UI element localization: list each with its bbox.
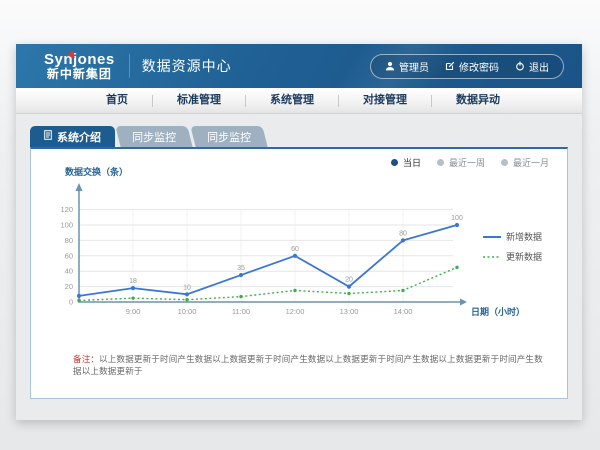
user-icon	[385, 61, 395, 71]
svg-text:20: 20	[65, 282, 73, 291]
note-text: 以上数据更新于时间产生数据以上数据更新于时间产生数据以上数据更新于时间产生数据以…	[73, 354, 543, 376]
current-user-label: 管理员	[399, 59, 429, 74]
logo-text-en: Synjones	[44, 52, 115, 68]
change-password-button[interactable]: 修改密码	[445, 59, 499, 74]
svg-text:20: 20	[345, 277, 353, 284]
app-window: Synjones 新中新集团 数据资源中心 管理员 修改密码	[16, 44, 582, 420]
nav-item-data-change[interactable]: 数据异动	[432, 88, 524, 113]
nav-item-interface-management[interactable]: 对接管理	[339, 88, 431, 113]
x-axis-title: 日期（小时）	[471, 306, 525, 317]
svg-text:40: 40	[65, 267, 73, 276]
main-nav: 首页 标准管理 系统管理 对接管理 数据异动	[16, 88, 582, 114]
logo-text-cn: 新中新集团	[44, 68, 115, 81]
svg-text:11:00: 11:00	[232, 307, 250, 316]
tab-label: 同步监控	[132, 129, 176, 145]
svg-text:80: 80	[65, 236, 73, 245]
desktop-background: Synjones 新中新集团 数据资源中心 管理员 修改密码	[0, 0, 600, 450]
tab-system-intro[interactable]: 系统介绍	[30, 126, 115, 147]
legend-label-更新数据: 更新数据	[506, 251, 542, 262]
power-icon	[515, 61, 525, 71]
footer-note: 备注：以上数据更新于时间产生数据以上数据更新于时间产生数据以上数据更新于时间产生…	[73, 353, 551, 377]
logout-label: 退出	[529, 59, 549, 74]
svg-text:9:00: 9:00	[126, 307, 141, 316]
tab-label: 系统介绍	[57, 129, 101, 145]
current-user-button[interactable]: 管理员	[385, 59, 429, 74]
svg-text:35: 35	[237, 265, 245, 272]
svg-text:100: 100	[60, 221, 73, 230]
nav-item-standard-management[interactable]: 标准管理	[153, 88, 245, 113]
document-icon	[44, 130, 52, 143]
tab-bar: 系统介绍 同步监控 同步监控	[16, 114, 582, 147]
svg-text:10: 10	[183, 284, 191, 291]
y-axis-title: 数据交换（条）	[65, 166, 128, 177]
svg-text:12:00: 12:00	[286, 307, 305, 316]
svg-text:18: 18	[129, 278, 137, 285]
svg-text:80: 80	[399, 230, 407, 237]
user-menu: 管理员 修改密码 退出	[370, 54, 564, 79]
legend-label-新增数据: 新增数据	[506, 231, 542, 242]
chart-panel: 当日 最近一周 最近一月 0204060801001209:0010:0011:…	[30, 147, 568, 399]
nav-item-home[interactable]: 首页	[82, 88, 152, 113]
app-header: Synjones 新中新集团 数据资源中心 管理员 修改密码	[16, 44, 582, 88]
tab-sync-monitor-2[interactable]: 同步监控	[190, 126, 267, 147]
svg-text:120: 120	[60, 205, 73, 214]
brand-logo: Synjones 新中新集团	[44, 52, 115, 80]
svg-text:14:00: 14:00	[394, 307, 413, 316]
svg-text:60: 60	[65, 251, 73, 260]
change-password-label: 修改密码	[459, 59, 499, 74]
line-chart: 0 20 40 60 80 100 120 9:00 10:00 11:00 12:00 13:00 1…	[31, 149, 569, 349]
svg-text:100: 100	[451, 215, 463, 222]
edit-icon	[445, 61, 455, 71]
content-area: 系统介绍 同步监控 同步监控 当日 最近一周	[16, 114, 582, 419]
tab-label: 同步监控	[207, 129, 251, 145]
header-divider	[129, 54, 130, 78]
note-prefix: 备注：	[73, 354, 99, 364]
svg-text:13:00: 13:00	[340, 307, 359, 316]
svg-text:10:00: 10:00	[178, 307, 197, 316]
logout-button[interactable]: 退出	[515, 59, 549, 74]
tab-sync-monitor-1[interactable]: 同步监控	[115, 126, 192, 147]
nav-item-system-management[interactable]: 系统管理	[246, 88, 338, 113]
app-title: 数据资源中心	[142, 56, 232, 76]
svg-text:0: 0	[69, 298, 73, 307]
svg-text:60: 60	[291, 246, 299, 253]
